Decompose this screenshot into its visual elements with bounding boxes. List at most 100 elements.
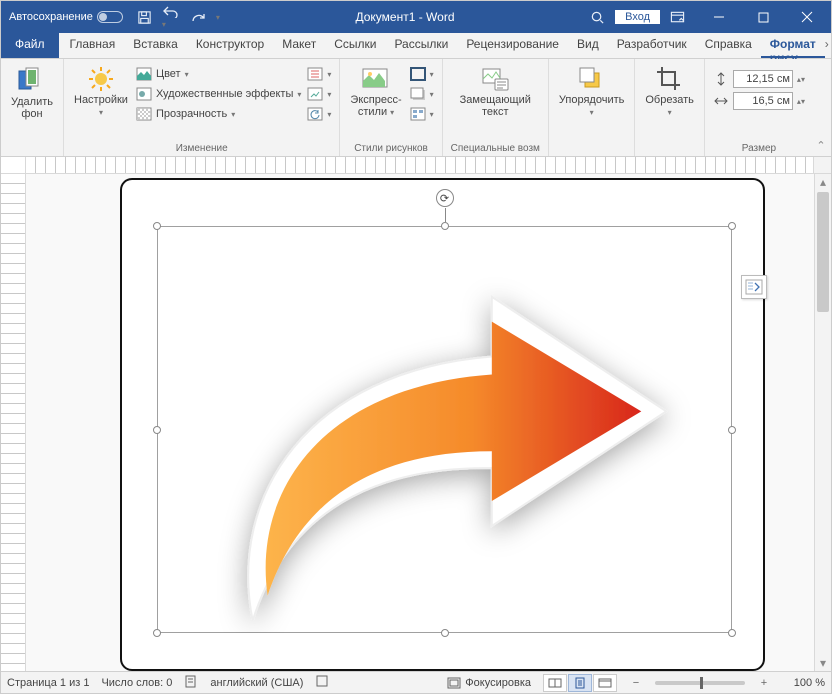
- zoom-slider[interactable]: [655, 681, 745, 685]
- maximize-button[interactable]: [741, 1, 785, 33]
- spinner-icon[interactable]: ▴▾: [797, 97, 805, 106]
- change-picture-button[interactable]: ▾: [307, 85, 331, 103]
- resize-handle[interactable]: [441, 222, 449, 230]
- transparency-button[interactable]: Прозрачность ▾: [136, 105, 301, 123]
- proofing-icon[interactable]: [184, 674, 198, 691]
- width-icon: [713, 93, 729, 109]
- print-layout-button[interactable]: [568, 674, 592, 692]
- tab-mailings[interactable]: Рассылки: [385, 33, 457, 58]
- minimize-button[interactable]: [697, 1, 741, 33]
- document-canvas[interactable]: ⟳: [26, 174, 814, 671]
- corrections-button[interactable]: Настройки▾: [72, 63, 130, 123]
- resize-handle[interactable]: [153, 629, 161, 637]
- group-remove-bg: Удалить фон: [1, 59, 64, 156]
- login-button[interactable]: Вход: [615, 10, 660, 24]
- zoom-in-button[interactable]: +: [757, 677, 771, 689]
- collapse-ribbon-icon[interactable]: ⌃: [813, 59, 829, 156]
- tab-view[interactable]: Вид: [568, 33, 608, 58]
- focus-mode-button[interactable]: Фокусировка: [447, 677, 531, 689]
- tab-developer[interactable]: Разработчик: [608, 33, 696, 58]
- color-label: Цвет: [156, 68, 181, 80]
- picture-layout-button[interactable]: ▾: [410, 105, 434, 123]
- tab-picture-format[interactable]: Формат рису: [761, 33, 825, 58]
- picture-effects-button[interactable]: ▾: [410, 85, 434, 103]
- scroll-up-icon[interactable]: ▴: [815, 174, 831, 190]
- tab-review[interactable]: Рецензирование: [457, 33, 568, 58]
- vertical-scrollbar[interactable]: ▴ ▾: [814, 174, 831, 671]
- crop-button[interactable]: Обрезать▾: [643, 63, 696, 120]
- resize-handle[interactable]: [728, 629, 736, 637]
- tab-insert[interactable]: Вставка: [124, 33, 187, 58]
- resize-handle[interactable]: [728, 426, 736, 434]
- tab-file[interactable]: Файл: [1, 33, 59, 58]
- ribbon: Удалить фон Настройки▾ Цвет ▾ Художестве…: [1, 59, 831, 157]
- ribbon-tabs: Файл Главная Вставка Конструктор Макет С…: [1, 33, 831, 59]
- search-icon[interactable]: [590, 10, 605, 25]
- compress-pictures-button[interactable]: ▾: [307, 65, 331, 83]
- word-count[interactable]: Число слов: 0: [101, 677, 172, 689]
- accessibility-icon[interactable]: [315, 674, 329, 691]
- tab-help[interactable]: Справка: [696, 33, 761, 58]
- color-icon: [136, 66, 152, 82]
- group-crop: Обрезать▾: [635, 59, 705, 156]
- tab-references[interactable]: Ссылки: [325, 33, 385, 58]
- artistic-effects-button[interactable]: Художественные эффекты ▾: [136, 85, 301, 103]
- workarea: ⟳ ▴ ▾: [1, 174, 831, 671]
- page-indicator[interactable]: Страница 1 из 1: [7, 677, 89, 689]
- border-icon: [410, 66, 426, 82]
- arrange-button[interactable]: Упорядочить▾: [557, 63, 626, 120]
- group-size: 12,15 см ▴▾ 16,5 см ▴▾ Размер: [705, 59, 813, 156]
- read-mode-button[interactable]: [543, 674, 567, 692]
- color-button[interactable]: Цвет ▾: [136, 65, 301, 83]
- spinner-icon[interactable]: ▴▾: [797, 75, 805, 84]
- tabs-overflow-icon[interactable]: ›: [825, 33, 832, 58]
- undo-icon[interactable]: ▾: [162, 4, 180, 30]
- save-icon[interactable]: [137, 10, 152, 25]
- layout-options-button[interactable]: [741, 275, 767, 299]
- picture-border-button[interactable]: ▾: [410, 65, 434, 83]
- artistic-label: Художественные эффекты: [156, 88, 293, 100]
- close-button[interactable]: [785, 1, 829, 33]
- group-alt-text-label: Специальные возм: [451, 143, 540, 156]
- arrange-label: Упорядочить: [559, 94, 624, 106]
- zoom-level[interactable]: 100 %: [783, 677, 825, 689]
- horizontal-ruler[interactable]: [1, 157, 831, 174]
- qat-customize-icon[interactable]: ▾: [216, 13, 220, 22]
- rotate-handle[interactable]: ⟳: [436, 189, 454, 207]
- resize-handle[interactable]: [441, 629, 449, 637]
- resize-handle[interactable]: [728, 222, 736, 230]
- reset-picture-button[interactable]: ▾: [307, 105, 331, 123]
- width-input[interactable]: 16,5 см: [733, 92, 793, 110]
- height-input-row: 12,15 см ▴▾: [713, 69, 805, 89]
- language-indicator[interactable]: английский (США): [210, 677, 303, 689]
- tab-design[interactable]: Конструктор: [187, 33, 273, 58]
- corrections-label: Настройки: [74, 94, 128, 106]
- height-input[interactable]: 12,15 см: [733, 70, 793, 88]
- zoom-out-button[interactable]: −: [629, 677, 643, 689]
- group-adjust: Настройки▾ Цвет ▾ Художественные эффекты…: [64, 59, 340, 156]
- titlebar: Автосохранение ▾ ▾ Документ1 - Word Вход: [1, 1, 831, 33]
- artistic-icon: [136, 86, 152, 102]
- toggle-switch-icon[interactable]: [97, 11, 123, 23]
- resize-handle[interactable]: [153, 222, 161, 230]
- redo-icon[interactable]: [190, 10, 206, 24]
- scroll-down-icon[interactable]: ▾: [815, 655, 831, 671]
- page: ⟳: [120, 178, 765, 671]
- group-alt-text: Замещающий текст Специальные возм: [443, 59, 549, 156]
- alt-text-button[interactable]: Замещающий текст: [451, 63, 540, 120]
- selected-image[interactable]: ⟳: [157, 226, 732, 633]
- scrollbar-thumb[interactable]: [817, 192, 829, 312]
- resize-handle[interactable]: [153, 426, 161, 434]
- ribbon-display-icon[interactable]: [670, 10, 685, 25]
- tab-layout[interactable]: Макет: [273, 33, 325, 58]
- tab-home[interactable]: Главная: [61, 33, 125, 58]
- express-styles-button[interactable]: Экспресс- стили ▾: [348, 63, 403, 123]
- autosave-label: Автосохранение: [9, 11, 93, 23]
- web-layout-button[interactable]: [593, 674, 617, 692]
- status-bar: Страница 1 из 1 Число слов: 0 английский…: [1, 671, 831, 693]
- remove-background-button[interactable]: Удалить фон: [9, 63, 55, 122]
- vertical-ruler[interactable]: [1, 174, 26, 671]
- crop-label: Обрезать: [645, 94, 694, 106]
- remove-background-label: Удалить фон: [11, 97, 53, 120]
- autosave-toggle[interactable]: Автосохранение: [9, 11, 123, 23]
